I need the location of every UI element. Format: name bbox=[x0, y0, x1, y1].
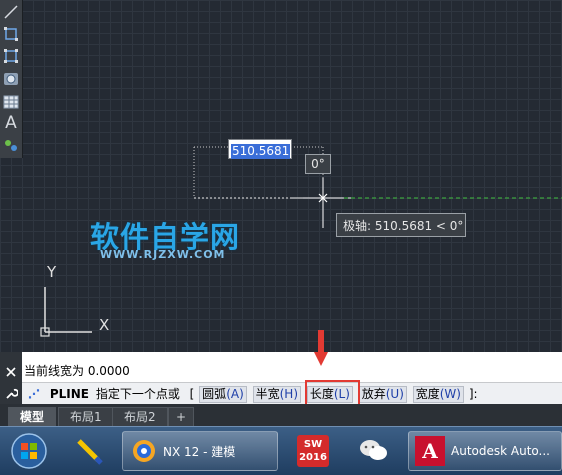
option-undo[interactable]: 放弃(U) bbox=[358, 386, 407, 403]
bracket-open: [ bbox=[189, 387, 195, 401]
layer-icon[interactable] bbox=[3, 137, 19, 153]
command-prompt: 指定下一个点或 bbox=[95, 387, 180, 401]
close-icon[interactable] bbox=[5, 366, 17, 378]
text-icon[interactable]: A bbox=[3, 113, 19, 133]
taskbar-pencil-app[interactable] bbox=[62, 431, 116, 471]
rectangle-icon[interactable] bbox=[3, 26, 19, 42]
wrench-icon[interactable] bbox=[4, 386, 18, 400]
command-window-handle bbox=[0, 352, 22, 404]
option-width[interactable]: 宽度(W) bbox=[412, 386, 464, 403]
table-icon[interactable] bbox=[3, 94, 19, 110]
dynamic-angle-input[interactable]: 0° bbox=[305, 154, 331, 174]
wechat-icon bbox=[360, 440, 387, 460]
taskbar-autocad[interactable]: A Autodesk Auto... bbox=[408, 431, 562, 471]
autocad-icon: A bbox=[415, 436, 445, 466]
command-history: 当前线宽为 0.0000 bbox=[24, 364, 130, 378]
taskbar-solidworks[interactable]: SW 2016 bbox=[284, 431, 342, 471]
red-arrow-icon bbox=[314, 330, 328, 366]
tab-model[interactable]: 模型 bbox=[8, 407, 57, 426]
canvas-geometry bbox=[40, 146, 562, 337]
windows-taskbar: NX 12 - 建模 SW 2016 A Autodesk Auto... bbox=[0, 426, 562, 475]
solidworks-icon: SW 2016 bbox=[297, 435, 329, 467]
tab-add[interactable]: + bbox=[168, 407, 195, 426]
tab-layout1[interactable]: 布局1 bbox=[58, 407, 114, 426]
circle-icon[interactable] bbox=[3, 71, 19, 87]
taskbar-wechat[interactable] bbox=[346, 431, 402, 471]
dynamic-length-value: 510.5681 bbox=[231, 144, 291, 159]
polar-tracking-tooltip: 极轴: 510.5681 < 0° bbox=[336, 213, 466, 237]
solidworks-badge: 2016 bbox=[299, 452, 327, 463]
tab-layout2[interactable]: 布局2 bbox=[112, 407, 168, 426]
option-arc[interactable]: 圆弧(A) bbox=[199, 386, 247, 403]
watermark-url: WWW.RJZXW.COM bbox=[100, 248, 226, 261]
option-halfwidth[interactable]: 半宽(H) bbox=[252, 386, 301, 403]
taskbar-autocad-label: Autodesk Auto... bbox=[451, 444, 550, 458]
ucs-x-label: X bbox=[99, 316, 110, 334]
draw-toolbar: A bbox=[0, 0, 23, 158]
nx-icon bbox=[133, 440, 155, 462]
command-name: PLINE bbox=[49, 387, 89, 401]
bracket-close: ]: bbox=[468, 387, 478, 401]
layout-tabs: 模型 布局1 布局2 + bbox=[0, 404, 562, 426]
taskbar-nx12-label: NX 12 - 建模 bbox=[163, 444, 236, 459]
ucs-y-label: Y bbox=[47, 263, 57, 281]
pencil-app-icon bbox=[77, 439, 103, 465]
line-icon[interactable] bbox=[3, 4, 19, 20]
command-cursor-icon: ⋰ bbox=[28, 387, 40, 401]
taskbar-nx12[interactable]: NX 12 - 建模 bbox=[122, 431, 278, 471]
dynamic-length-input[interactable]: 510.5681 bbox=[228, 139, 292, 159]
rectangle-select-icon[interactable] bbox=[3, 48, 19, 64]
windows-start-icon bbox=[11, 433, 47, 469]
command-line[interactable]: ⋰ PLINE 指定下一个点或 [ 圆弧(A) 半宽(H) 长度(L) 放弃(U… bbox=[22, 382, 562, 405]
start-button[interactable] bbox=[2, 431, 56, 471]
